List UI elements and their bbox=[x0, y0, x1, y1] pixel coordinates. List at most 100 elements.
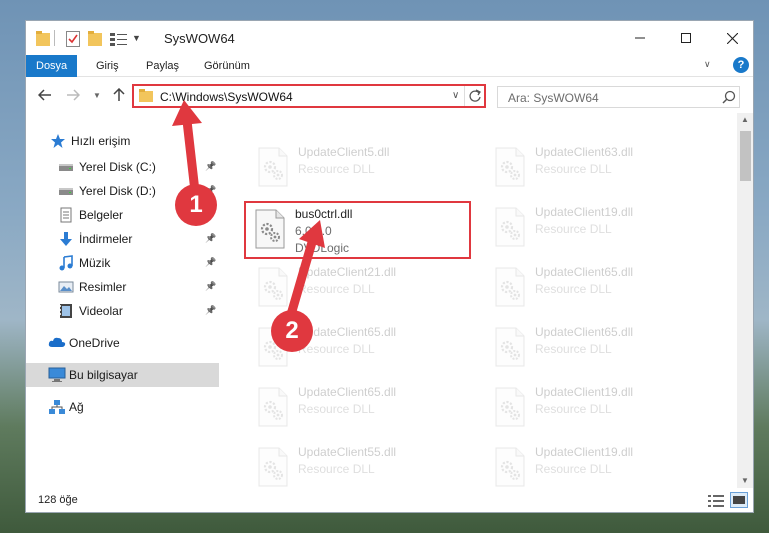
forward-button[interactable] bbox=[64, 86, 82, 104]
close-button[interactable] bbox=[709, 21, 753, 55]
dll-file-icon bbox=[257, 447, 289, 487]
address-path[interactable]: C:\Windows\SysWOW64 bbox=[160, 90, 293, 104]
file-detail: Resource DLL bbox=[535, 162, 612, 176]
dll-file-icon bbox=[494, 147, 526, 187]
chevron-down-icon[interactable]: ∨ bbox=[452, 90, 459, 101]
sidebar-item[interactable]: Ağ bbox=[26, 395, 219, 419]
file-name: UpdateClient65.dll bbox=[535, 265, 634, 279]
file-tile[interactable]: UpdateClient63.dll Resource DLL bbox=[484, 139, 712, 197]
file-detail: Resource DLL bbox=[535, 462, 612, 476]
file-name: UpdateClient19.dll bbox=[535, 205, 634, 219]
pin-icon[interactable]: 📌 bbox=[205, 257, 216, 268]
file-name: UpdateClient55.dll bbox=[298, 445, 397, 459]
sidebar-item-label: Bu bilgisayar bbox=[69, 368, 138, 382]
file-name: bus0ctrl.dll bbox=[295, 207, 353, 221]
tab-file[interactable]: Dosya bbox=[26, 55, 78, 77]
customize-qa-icon[interactable]: ▼ bbox=[132, 33, 141, 49]
file-name: UpdateClient19.dll bbox=[535, 385, 634, 399]
tab-home[interactable]: Giriş bbox=[86, 55, 129, 77]
details-view-icon[interactable] bbox=[708, 494, 724, 511]
file-tile[interactable]: UpdateClient19.dll Resource DLL bbox=[484, 379, 712, 437]
dll-file-icon bbox=[494, 327, 526, 367]
sidebar-item-label: Yerel Disk (D:) bbox=[79, 184, 156, 198]
dll-file-icon bbox=[494, 447, 526, 487]
tab-share[interactable]: Paylaş bbox=[136, 55, 189, 77]
star-icon bbox=[50, 133, 66, 149]
dll-file-icon bbox=[257, 387, 289, 427]
sidebar-item-label: Resimler bbox=[79, 280, 127, 294]
file-tile[interactable]: UpdateClient5.dll Resource DLL bbox=[247, 139, 475, 197]
sidebar-item[interactable]: İndirmeler 📌 bbox=[26, 227, 219, 251]
new-folder-icon[interactable] bbox=[88, 31, 102, 47]
scroll-down-icon[interactable]: ▼ bbox=[741, 476, 749, 485]
dll-file-icon bbox=[494, 267, 526, 307]
navigation-bar: ▼ C:\Windows\SysWOW64 ∨ Ara: SysWOW64 bbox=[26, 78, 753, 112]
sidebar-item-label: Müzik bbox=[79, 256, 111, 270]
expand-ribbon-icon[interactable]: ∨ bbox=[704, 59, 711, 70]
sidebar-item-label: Videolar bbox=[79, 304, 123, 318]
pictures-icon bbox=[58, 279, 74, 295]
step-badge-2: 2 bbox=[271, 310, 313, 352]
sidebar-item-label: İndirmeler bbox=[79, 232, 133, 246]
view-options-icon[interactable] bbox=[110, 31, 128, 47]
sidebar-item[interactable]: Videolar 📌 bbox=[26, 299, 219, 323]
pin-icon[interactable]: 📌 bbox=[205, 161, 216, 172]
refresh-icon[interactable] bbox=[468, 88, 482, 107]
pin-icon[interactable]: 📌 bbox=[205, 233, 216, 244]
file-detail: Resource DLL bbox=[535, 342, 612, 356]
pin-icon[interactable]: 📌 bbox=[205, 305, 216, 316]
minimize-button[interactable] bbox=[617, 21, 663, 55]
file-tile[interactable]: UpdateClient65.dll Resource DLL bbox=[484, 319, 712, 377]
file-tile[interactable]: UpdateClient65.dll Resource DLL bbox=[247, 379, 475, 437]
pin-icon[interactable]: 📌 bbox=[205, 281, 216, 292]
file-detail: 6.0.0.0 bbox=[295, 224, 332, 238]
help-icon[interactable]: ? bbox=[733, 57, 749, 73]
file-tile[interactable]: UpdateClient21.dll Resource DLL bbox=[247, 259, 475, 317]
file-detail: Resource DLL bbox=[535, 402, 612, 416]
sidebar-item-label: Ağ bbox=[69, 400, 84, 414]
sidebar-item[interactable]: Bu bilgisayar bbox=[26, 363, 219, 387]
cloud-icon bbox=[48, 335, 66, 351]
status-bar: 128 öğe bbox=[26, 488, 753, 512]
sidebar-item-label: Belgeler bbox=[79, 208, 124, 222]
dll-file-icon bbox=[257, 147, 289, 187]
file-tile-highlighted[interactable]: bus0ctrl.dll 6.0.0.0 DVDLogic bbox=[244, 201, 472, 259]
scroll-thumb[interactable] bbox=[740, 131, 751, 181]
file-name: UpdateClient65.dll bbox=[535, 325, 634, 339]
tiles-view-icon[interactable] bbox=[730, 492, 748, 508]
dll-file-icon bbox=[257, 267, 289, 307]
documents-icon bbox=[58, 207, 74, 223]
step-badge-1: 1 bbox=[175, 184, 217, 226]
window-title: SysWOW64 bbox=[164, 31, 235, 46]
file-tile[interactable]: UpdateClient19.dll Resource DLL bbox=[484, 199, 712, 257]
ribbon: Dosya Giriş Paylaş Görünüm ∨ ? bbox=[26, 55, 753, 77]
file-detail: Resource DLL bbox=[535, 282, 612, 296]
sidebar-item[interactable]: Yerel Disk (C:) 📌 bbox=[26, 155, 219, 179]
recent-locations-icon[interactable]: ▼ bbox=[88, 86, 106, 104]
folder-icon bbox=[36, 31, 50, 47]
file-detail: Resource DLL bbox=[535, 222, 612, 236]
sidebar-item[interactable]: OneDrive bbox=[26, 331, 219, 355]
up-button[interactable] bbox=[110, 86, 128, 104]
maximize-button[interactable] bbox=[663, 21, 709, 55]
file-list: UpdateClient5.dll Resource DLL UpdateClien… bbox=[219, 113, 737, 488]
separator bbox=[54, 30, 55, 46]
back-button[interactable] bbox=[36, 86, 54, 104]
sidebar-item[interactable]: Hızlı erişim bbox=[26, 129, 219, 153]
properties-icon[interactable] bbox=[66, 31, 80, 47]
sidebar-item[interactable]: Resimler 📌 bbox=[26, 275, 219, 299]
file-name: UpdateClient63.dll bbox=[535, 145, 634, 159]
search-icon[interactable] bbox=[722, 90, 736, 107]
file-detail: Resource DLL bbox=[298, 162, 375, 176]
scroll-up-icon[interactable]: ▲ bbox=[741, 115, 749, 124]
search-input[interactable]: Ara: SysWOW64 bbox=[497, 86, 740, 108]
search-placeholder: Ara: SysWOW64 bbox=[508, 91, 599, 105]
file-detail: Resource DLL bbox=[298, 282, 375, 296]
tab-view[interactable]: Görünüm bbox=[194, 55, 260, 77]
file-tile[interactable]: UpdateClient65.dll Resource DLL bbox=[484, 259, 712, 317]
file-detail: Resource DLL bbox=[298, 402, 375, 416]
sidebar-item[interactable]: Müzik 📌 bbox=[26, 251, 219, 275]
vertical-scrollbar[interactable]: ▲ ▼ bbox=[737, 113, 753, 488]
dll-file-icon bbox=[254, 209, 286, 249]
address-bar[interactable]: C:\Windows\SysWOW64 ∨ bbox=[132, 84, 486, 108]
